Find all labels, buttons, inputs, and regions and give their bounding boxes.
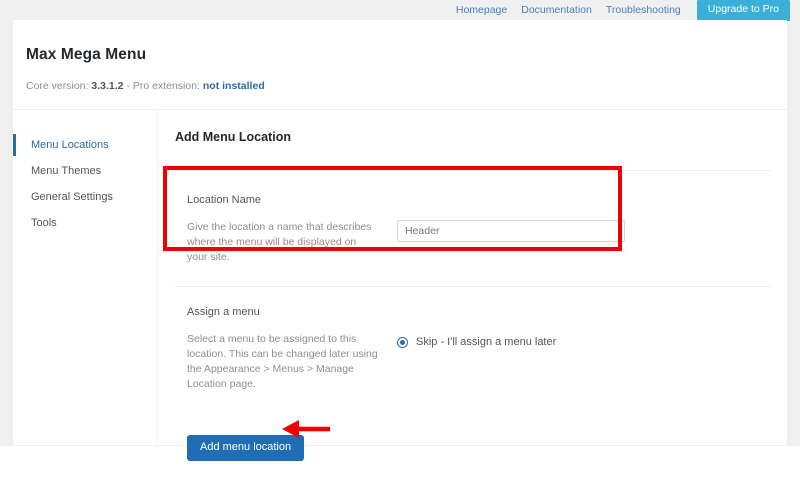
content-panel: Add Menu Location Location Name Give the… (159, 110, 787, 461)
divider-between-sections (175, 286, 771, 287)
radio-option-label: Skip - I'll assign a menu later (416, 336, 557, 348)
divider-under-heading (175, 170, 771, 171)
sidebar-item-label: Tools (31, 217, 57, 229)
section-location-name: Location Name Give the location a name t… (175, 194, 771, 265)
radio-button-icon[interactable] (397, 336, 408, 348)
sidebar-item-label: General Settings (31, 191, 113, 203)
pro-extension-status-link[interactable]: not installed (203, 80, 265, 92)
sidebar-item-tools[interactable]: Tools (13, 210, 157, 236)
nav-link-documentation[interactable]: Documentation (521, 5, 592, 16)
section-field: Skip - I'll assign a menu later (397, 332, 771, 348)
add-menu-location-button[interactable]: Add menu location (187, 435, 305, 461)
top-navigation-bar: Homepage Documentation Troubleshooting U… (0, 0, 800, 21)
card-body: Menu Locations Menu Themes General Setti… (13, 110, 787, 461)
sidebar-item-menu-locations[interactable]: Menu Locations (13, 132, 157, 158)
card-header: Max Mega Menu Core version: 3.3.1.2 - Pr… (13, 20, 787, 110)
version-separator-label: - Pro extension: (126, 80, 200, 92)
upgrade-to-pro-button[interactable]: Upgrade to Pro (696, 0, 790, 21)
version-prefix-label: Core version: (26, 80, 89, 92)
page-title: Max Mega Menu (26, 46, 147, 63)
location-name-input[interactable] (397, 220, 625, 242)
main-card: Max Mega Menu Core version: 3.3.1.2 - Pr… (13, 20, 787, 461)
section-row: Select a menu to be assigned to this loc… (175, 332, 771, 392)
sidebar-navigation: Menu Locations Menu Themes General Setti… (13, 110, 158, 445)
nav-link-homepage[interactable]: Homepage (456, 5, 507, 16)
core-version-number: 3.3.1.2 (91, 80, 124, 92)
section-description: Select a menu to be assigned to this loc… (187, 333, 378, 390)
content-heading: Add Menu Location (175, 130, 291, 144)
section-title: Location Name (187, 194, 261, 206)
sidebar-item-general-settings[interactable]: General Settings (13, 184, 157, 210)
section-field (397, 220, 771, 242)
radio-option-skip[interactable]: Skip - I'll assign a menu later (397, 336, 771, 348)
sidebar-item-label: Menu Locations (31, 139, 109, 151)
version-info: Core version: 3.3.1.2 - Pro extension: n… (26, 80, 265, 92)
sidebar-item-label: Menu Themes (31, 165, 102, 177)
section-assign-menu: Assign a menu Select a menu to be assign… (175, 306, 771, 392)
section-description: Give the location a name that describes … (187, 221, 372, 263)
section-title: Assign a menu (187, 306, 260, 318)
section-row: Give the location a name that describes … (175, 220, 771, 265)
sidebar-item-menu-themes[interactable]: Menu Themes (13, 158, 157, 184)
nav-link-troubleshooting[interactable]: Troubleshooting (606, 5, 681, 16)
